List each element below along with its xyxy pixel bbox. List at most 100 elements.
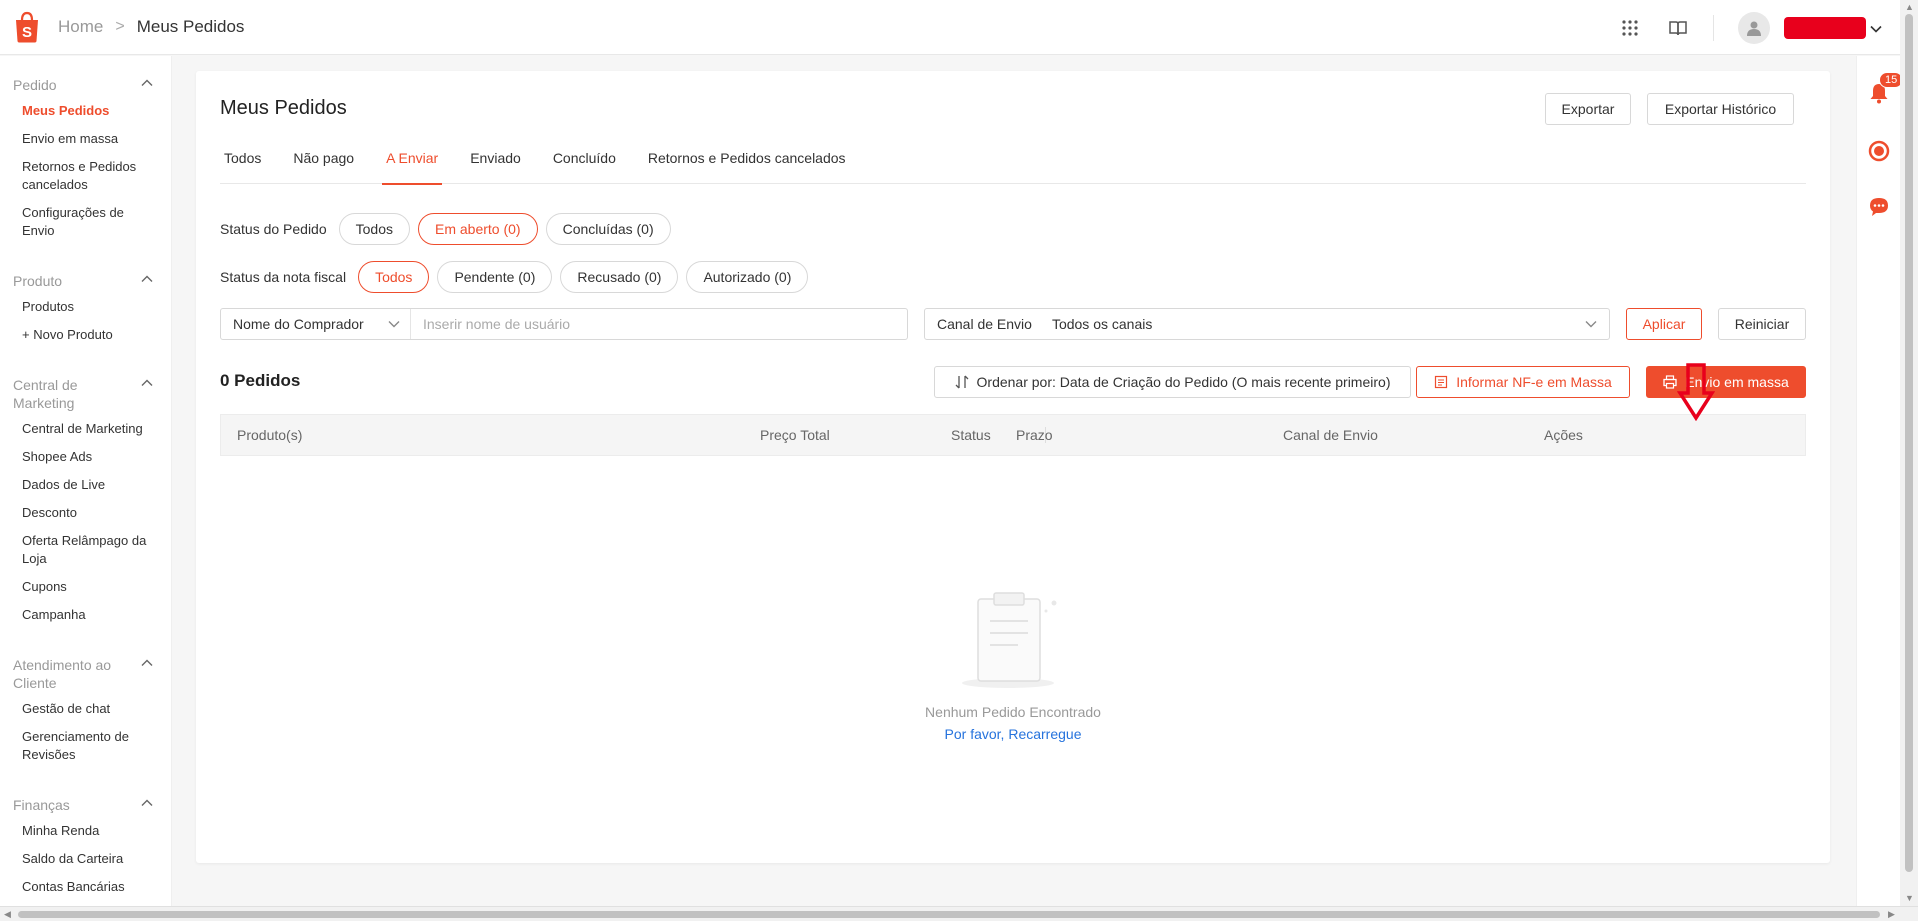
chevron-up-icon[interactable] (141, 275, 153, 283)
tab-todos[interactable]: Todos (220, 145, 265, 184)
reload-action[interactable]: Recarregue (1008, 726, 1081, 742)
sidebar-group-label: Central de Marketing (13, 377, 78, 411)
sidebar-group-title[interactable]: Finanças (0, 796, 171, 814)
page-title: Meus Pedidos (220, 97, 347, 119)
support-icon[interactable] (1868, 140, 1890, 162)
channel-label: Canal de Envio (937, 316, 1032, 332)
scroll-right-arrow-icon[interactable]: ▶ (1888, 909, 1895, 920)
chevron-down-icon[interactable] (1870, 20, 1882, 36)
invoice-status-autorizado[interactable]: Autorizado (0) (686, 261, 809, 293)
empty-state: Nenhum Pedido Encontrado Por favor, Reca… (196, 591, 1830, 742)
sidebar-item-gerenciamento-revisoes[interactable]: Gerenciamento de Revisões (0, 728, 171, 764)
invoice-icon (1435, 375, 1448, 389)
tab-nao-pago[interactable]: Não pago (289, 145, 358, 184)
channel-value: Todos os canais (1051, 316, 1153, 332)
sidebar-item-cupons[interactable]: Cupons (0, 578, 171, 596)
search-field-select[interactable]: Nome do Comprador (221, 309, 411, 339)
export-history-button[interactable]: Exportar Histórico (1647, 93, 1794, 125)
sidebar-group-title[interactable]: Pedido (0, 76, 171, 94)
breadcrumb: Home > Meus Pedidos (58, 17, 244, 37)
horizontal-scroll-thumb[interactable] (18, 911, 1880, 918)
invoice-status-todos[interactable]: Todos (358, 261, 430, 293)
order-tabs: Todos Não pago A Enviar Enviado Concluíd… (220, 145, 1806, 185)
empty-clipboard-icon (962, 592, 1057, 688)
sidebar-item-contas-bancarias[interactable]: Contas Bancárias (0, 878, 171, 896)
sidebar-item-produtos[interactable]: Produtos (0, 298, 171, 316)
chevron-up-icon[interactable] (141, 799, 153, 807)
sidebar-item-minha-renda[interactable]: Minha Renda (0, 822, 171, 840)
sidebar-item-configuracoes-envio[interactable]: Configurações de Envio (0, 204, 171, 240)
apps-grid-icon[interactable] (1619, 17, 1641, 39)
sidebar-group-atendimento: Atendimento ao Cliente Gestão de chat Ge… (0, 634, 171, 764)
apply-button[interactable]: Aplicar (1626, 308, 1702, 340)
sidebar-item-oferta-relampago[interactable]: Oferta Relâmpago da Loja (0, 532, 171, 568)
avatar[interactable] (1738, 11, 1770, 44)
col-status: Status (951, 427, 991, 443)
right-rail: 15 (1856, 56, 1904, 911)
book-icon[interactable] (1667, 17, 1689, 39)
vertical-scrollbar[interactable]: ▲ ▼ (1900, 0, 1918, 906)
export-button[interactable]: Exportar (1545, 93, 1631, 125)
sidebar-group-title[interactable]: Central de Marketing (0, 376, 171, 412)
chevron-up-icon[interactable] (141, 79, 153, 87)
sort-button[interactable]: Ordenar por: Data de Criação do Pedido (… (934, 366, 1411, 398)
chevron-up-icon[interactable] (141, 379, 153, 387)
sidebar-group-financas: Finanças Minha Renda Saldo da Carteira C… (0, 774, 171, 896)
buyer-search: Nome do Comprador (220, 308, 908, 340)
sidebar-group-label: Finanças (13, 797, 70, 813)
sidebar-group-title[interactable]: Produto (0, 272, 171, 290)
horizontal-scrollbar[interactable]: ◀ ▶ (0, 906, 1918, 921)
sidebar-item-meus-pedidos[interactable]: Meus Pedidos (0, 102, 171, 120)
order-status-concluidas[interactable]: Concluídas (0) (545, 213, 671, 245)
shopee-logo-icon[interactable]: S (13, 11, 41, 43)
scroll-up-arrow-icon[interactable]: ▲ (1905, 2, 1914, 12)
reload-link[interactable]: Por favor, Recarregue (196, 726, 1830, 742)
orders-table-header: Produto(s) Preço Total Status Prazo Cana… (220, 414, 1806, 456)
invoice-status-label: Status da nota fiscal (220, 269, 347, 285)
svg-text:S: S (22, 24, 32, 41)
sort-icon (955, 375, 968, 389)
sidebar: Pedido Meus Pedidos Envio em massa Retor… (0, 56, 172, 911)
scroll-left-arrow-icon[interactable]: ◀ (4, 909, 11, 920)
tab-concluido[interactable]: Concluído (549, 145, 620, 184)
sidebar-item-retornos[interactable]: Retornos e Pedidos cancelados (0, 158, 171, 194)
sidebar-group-label: Atendimento ao Cliente (13, 657, 112, 691)
mass-ship-button[interactable]: Envio em massa (1646, 366, 1806, 398)
reload-prefix: Por favor, (944, 726, 1005, 742)
scroll-down-arrow-icon[interactable]: ▼ (1905, 893, 1914, 903)
tab-enviado[interactable]: Enviado (466, 145, 525, 184)
sidebar-item-desconto[interactable]: Desconto (0, 504, 171, 522)
order-status-em-aberto[interactable]: Em aberto (0) (418, 213, 538, 245)
invoice-status-recusado[interactable]: Recusado (0) (560, 261, 679, 293)
sidebar-group-marketing: Central de Marketing Central de Marketin… (0, 354, 171, 624)
sidebar-item-saldo-carteira[interactable]: Saldo da Carteira (0, 850, 171, 868)
tab-a-enviar[interactable]: A Enviar (382, 145, 443, 185)
order-count: 0 Pedidos (220, 371, 301, 390)
breadcrumb-home[interactable]: Home (58, 17, 103, 37)
reset-button[interactable]: Reiniciar (1718, 308, 1806, 340)
shipping-channel-select[interactable]: Canal de Envio Todos os canais (924, 308, 1610, 340)
sidebar-group-title[interactable]: Atendimento ao Cliente (0, 656, 171, 692)
sidebar-item-shopee-ads[interactable]: Shopee Ads (0, 448, 171, 466)
redacted-username[interactable] (1784, 16, 1866, 39)
sidebar-item-envio-em-massa[interactable]: Envio em massa (0, 130, 171, 148)
sidebar-item-novo-produto[interactable]: + Novo Produto (0, 326, 171, 344)
sidebar-item-central-marketing[interactable]: Central de Marketing (0, 420, 171, 438)
invoice-status-pendente[interactable]: Pendente (0) (437, 261, 553, 293)
search-input[interactable] (411, 310, 907, 338)
chat-icon[interactable] (1868, 196, 1890, 218)
tab-retornos-cancelados[interactable]: Retornos e Pedidos cancelados (644, 145, 850, 184)
printer-icon (1663, 375, 1677, 389)
annotation-arrow-icon (1676, 363, 1716, 424)
order-status-filter: Status do Pedido Todos Em aberto (0) Con… (220, 213, 679, 245)
mass-invoice-label: Informar NF-e em Massa (1456, 374, 1612, 390)
sidebar-item-campanha[interactable]: Campanha (0, 606, 171, 624)
order-status-todos[interactable]: Todos (338, 213, 410, 245)
vertical-scroll-thumb[interactable] (1905, 14, 1913, 872)
mass-invoice-button[interactable]: Informar NF-e em Massa (1416, 366, 1630, 398)
sidebar-item-dados-live[interactable]: Dados de Live (0, 476, 171, 494)
sidebar-item-gestao-chat[interactable]: Gestão de chat (0, 700, 171, 718)
chevron-up-icon[interactable] (141, 659, 153, 667)
chevron-down-icon (388, 321, 400, 328)
col-acoes: Ações (1544, 427, 1583, 443)
